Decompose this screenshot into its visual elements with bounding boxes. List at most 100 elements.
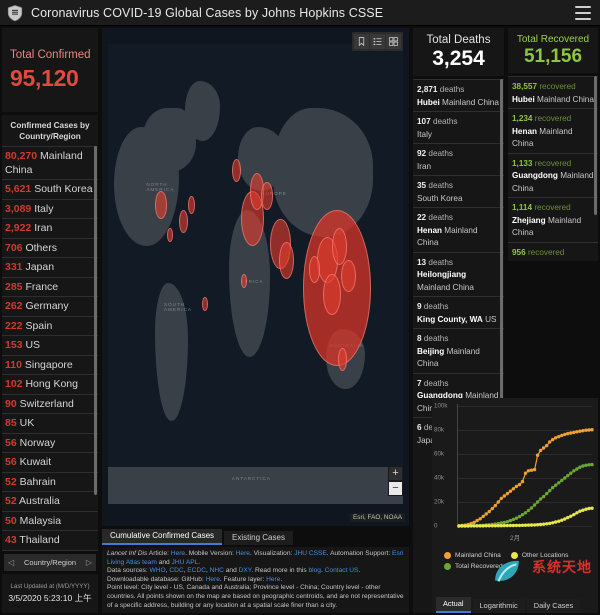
link-jhu-apl[interactable]: JHU APL — [172, 559, 199, 566]
chart-point — [581, 464, 585, 468]
map-zoom-controls[interactable]: + − — [388, 466, 403, 496]
recovered-row[interactable]: 38,557 recovered Hubei Mainland China — [508, 76, 598, 108]
confirmed-row[interactable]: 706 Others — [2, 237, 98, 258]
confirmed-row[interactable]: 42 Taiwan — [2, 549, 98, 552]
chevron-left-icon[interactable]: ◁ — [8, 558, 14, 567]
chart-point — [472, 524, 476, 528]
death-row[interactable]: 92 deaths Iran — [413, 143, 504, 175]
confirmed-row[interactable]: 222 Spain — [2, 315, 98, 336]
confirmed-row[interactable]: 285 France — [2, 276, 98, 297]
lancet-citation: Lancet Inf Dis — [107, 550, 148, 557]
death-unit: deaths — [426, 181, 453, 190]
map-canvas[interactable]: NORTH AMERICA SOUTH AMERICA AFRICA EUROPE … — [102, 28, 409, 526]
death-row[interactable]: 2,871 deaths Hubei Mainland China — [413, 79, 504, 111]
link-mobile-here[interactable]: Here — [236, 550, 250, 557]
death-row[interactable]: 107 deaths Italy — [413, 111, 504, 143]
confirmed-row[interactable]: 90 Switzerland — [2, 393, 98, 414]
confirmed-row[interactable]: 2,922 Iran — [2, 218, 98, 238]
death-row[interactable]: 22 deaths Henan Mainland China — [413, 207, 504, 252]
legend-item[interactable]: Mainland China — [444, 552, 501, 559]
death-row[interactable]: 8 deaths Beijing Mainland China — [413, 328, 504, 373]
recovered-unit: recovered — [532, 114, 572, 123]
confirmed-row[interactable]: 56 Norway — [2, 432, 98, 453]
recovered-row[interactable]: 1,234 recovered Henan Mainland China — [508, 108, 598, 153]
death-count: 107 — [417, 117, 431, 126]
recovered-count: 1,234 — [512, 114, 533, 123]
confirmed-row[interactable]: 50 Malaysia — [2, 510, 98, 531]
link-article-here[interactable]: Here — [171, 550, 185, 557]
chart-point — [566, 473, 570, 478]
chart-point — [529, 523, 534, 527]
recovered-list-scrollbar[interactable] — [594, 76, 597, 215]
confirmed-row[interactable]: 331 Japan — [2, 257, 98, 277]
link-github-here[interactable]: Here — [206, 576, 220, 583]
death-unit: deaths — [430, 117, 458, 126]
chart-point — [460, 524, 464, 528]
bookmark-icon[interactable] — [354, 34, 369, 49]
map-tab[interactable]: Cumulative Confirmed Cases — [102, 529, 223, 545]
death-row[interactable]: 35 deaths South Korea — [413, 175, 504, 207]
basemap-grid-icon[interactable] — [386, 34, 401, 49]
link-ecdc[interactable]: ECDC — [187, 567, 206, 574]
death-unit: deaths — [426, 149, 453, 158]
confirmed-row[interactable]: 262 Germany — [2, 296, 98, 316]
confirmed-row[interactable]: 153 US — [2, 335, 98, 355]
recovered-unit: recovered — [537, 82, 576, 91]
hamburger-menu-icon[interactable] — [575, 5, 591, 20]
confirmed-row[interactable]: 3,089 Italy — [2, 198, 98, 219]
confirmed-row[interactable]: 5,621 South Korea — [2, 179, 98, 199]
recovered-count: 38,557 — [512, 82, 538, 91]
confirmed-row[interactable]: 52 Australia — [2, 491, 98, 511]
link-contact-us[interactable]: Contact US — [325, 567, 359, 574]
country-region-selector[interactable]: ◁ Country/Region ▷ — [4, 554, 96, 572]
death-row[interactable]: 13 deaths Heilongjiang Mainland China — [413, 251, 504, 297]
link-blog[interactable]: blog — [309, 567, 321, 574]
link-dxy[interactable]: DXY — [239, 567, 252, 574]
confirmed-row[interactable]: 43 Thailand — [2, 530, 98, 550]
legend-list-icon[interactable] — [370, 34, 385, 49]
chart-point — [523, 511, 528, 515]
death-row[interactable]: 9 deaths King County, WA US — [413, 296, 504, 328]
recovered-row[interactable]: 1,133 recovered Guangdong Mainland China — [508, 152, 598, 198]
confirmed-row[interactable]: 85 UK — [2, 413, 98, 433]
chart-legend[interactable]: Mainland China Other Locations Total Recov… — [432, 548, 598, 570]
link-feature-layer-here[interactable]: Here — [266, 576, 280, 583]
confirmed-row[interactable]: 110 Singapore — [2, 354, 98, 375]
link-jhu-csse[interactable]: JHU CSSE — [294, 550, 327, 557]
last-updated-panel: Last Updated at (M/D/YYYY) 3/5/2020 5:23… — [2, 574, 98, 614]
legend-item[interactable]: Total Recovered — [444, 563, 503, 570]
zoom-out-button[interactable]: − — [388, 481, 403, 496]
chart-tab-bar[interactable]: Actual Logarithmic Daily Cases — [432, 595, 598, 613]
chart-point — [481, 514, 485, 519]
map-viewport[interactable]: NORTH AMERICA SOUTH AMERICA AFRICA EUROPE … — [108, 44, 403, 504]
chevron-right-icon[interactable]: ▷ — [86, 558, 92, 567]
recovered-list-panel[interactable]: 38,557 recovered Hubei Mainland China 1,23… — [508, 76, 598, 261]
link-who[interactable]: WHO — [150, 567, 166, 574]
zoom-in-button[interactable]: + — [388, 466, 403, 481]
confirmed-row[interactable]: 52 Bahrain — [2, 471, 98, 492]
map-panel[interactable]: NORTH AMERICA SOUTH AMERICA AFRICA EUROPE … — [102, 28, 409, 526]
credits-panel: Lancet Inf Dis Article: Here. Mobile Ver… — [102, 547, 409, 613]
recovered-row[interactable]: 1,114 recovered Zhejiang Mainland China — [508, 197, 598, 242]
confirmed-list-scroll[interactable]: 80,270 Mainland China 5,621 South Korea 3,… — [2, 146, 98, 551]
map-tab-bar[interactable]: Cumulative Confirmed Cases Existing Cases — [102, 528, 409, 545]
chart-tab[interactable]: Actual — [436, 597, 471, 613]
chart-tab[interactable]: Daily Cases — [526, 599, 581, 613]
link-nhc[interactable]: NHC — [210, 567, 224, 574]
chart-point — [475, 518, 479, 523]
confirmed-row[interactable]: 102 Hong Kong — [2, 374, 98, 394]
chart-tab[interactable]: Logarithmic — [472, 599, 525, 613]
death-location: King County, WA US — [417, 314, 497, 324]
confirmed-row[interactable]: 80,270 Mainland China — [2, 146, 98, 179]
chart-point — [551, 521, 555, 525]
map-toolbar[interactable] — [352, 32, 403, 51]
map-tab[interactable]: Existing Cases — [224, 531, 293, 545]
chart-point — [554, 483, 558, 487]
chart-point — [587, 506, 591, 511]
link-cdc[interactable]: CDC — [169, 567, 183, 574]
recovered-row[interactable]: 956 recovered Anhui Mainland China — [508, 241, 598, 261]
confirmed-list-scrollbar[interactable] — [94, 146, 97, 495]
chart-point — [457, 524, 461, 528]
legend-item[interactable]: Other Locations — [510, 552, 568, 559]
confirmed-row[interactable]: 56 Kuwait — [2, 452, 98, 472]
